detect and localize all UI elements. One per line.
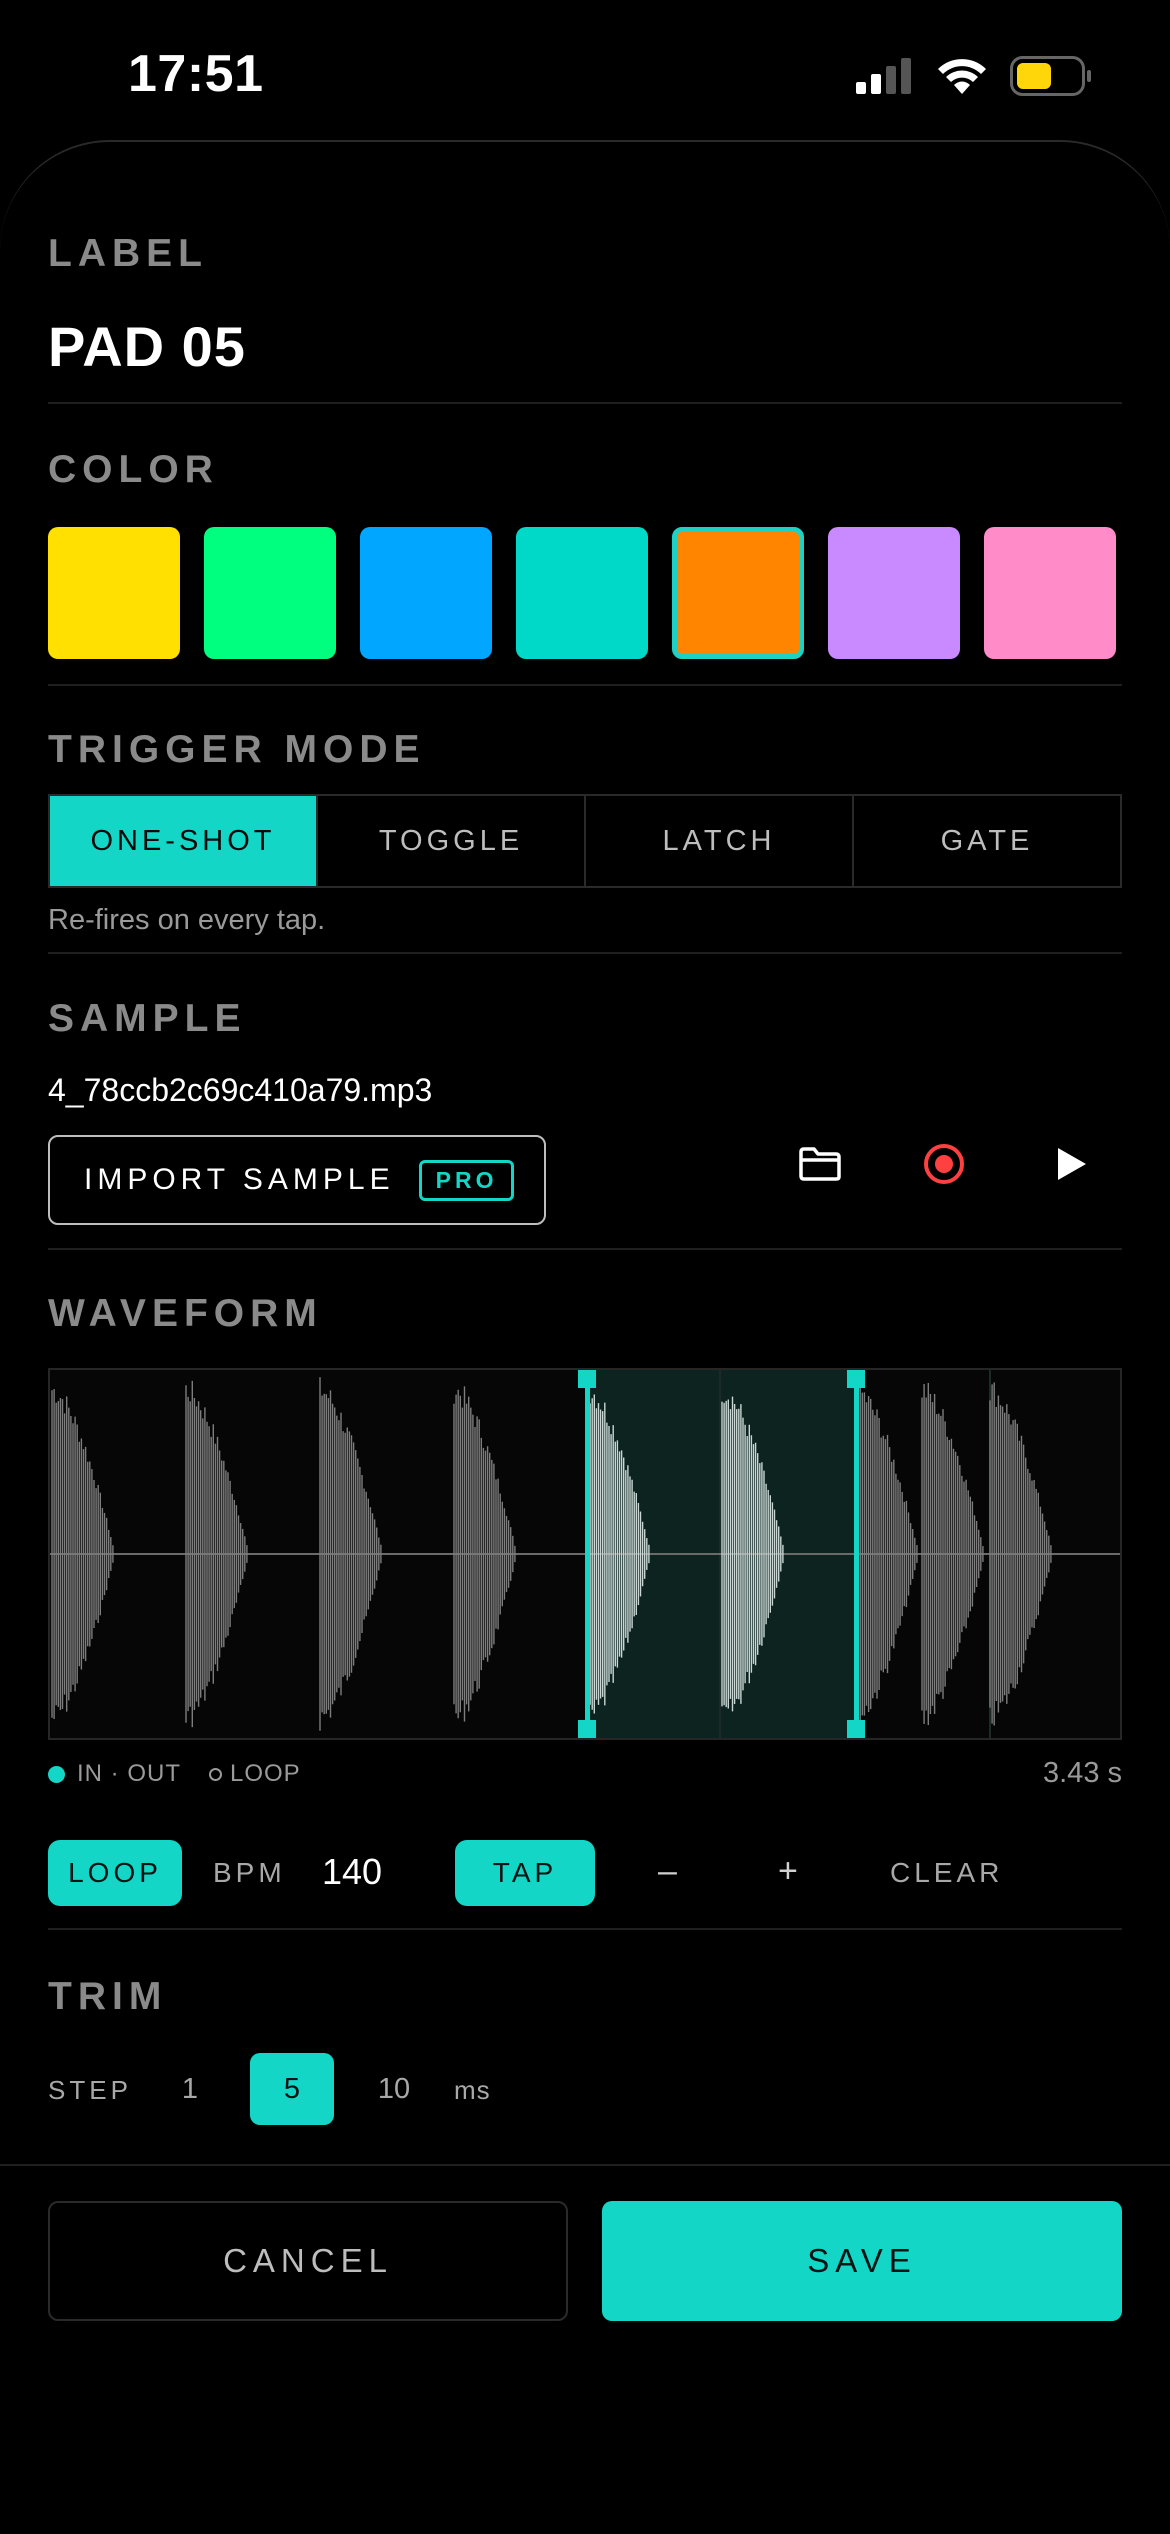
bpm-label: BPM <box>213 1857 286 1888</box>
color-swatch-blue[interactable] <box>360 527 492 659</box>
trim-step-label: STEP <box>48 2075 132 2105</box>
legend-loop: LOOP <box>230 1760 301 1787</box>
pad-editor-sheet: LABEL PAD 05 COLOR TRIGGER MODE ONE-SHOT… <box>0 140 1170 2534</box>
divider <box>48 684 1122 686</box>
pad-name-field[interactable]: PAD 05 <box>48 314 246 379</box>
trim-section-title: TRIM <box>48 1975 168 2018</box>
tap-tempo-button[interactable]: TAP <box>455 1840 595 1906</box>
color-section-title: COLOR <box>48 448 219 491</box>
bpm-decrease-button[interactable]: – <box>658 1852 681 1891</box>
loop-toggle-button[interactable]: LOOP <box>48 1840 182 1906</box>
in-marker <box>585 1370 590 1738</box>
color-swatch-yellow[interactable] <box>48 527 180 659</box>
trim-step-5[interactable]: 5 <box>250 2053 334 2125</box>
color-swatches <box>48 527 1116 659</box>
cancel-button[interactable]: CANCEL <box>48 2201 568 2321</box>
trigger-option-gate[interactable]: GATE <box>854 796 1120 886</box>
trigger-option-latch[interactable]: LATCH <box>586 796 854 886</box>
out-marker-handle <box>847 1720 865 1738</box>
play-icon[interactable] <box>1038 1132 1102 1196</box>
waveform-section-title: WAVEFORM <box>48 1292 323 1335</box>
color-swatch-pink[interactable] <box>984 527 1116 659</box>
status-time: 17:51 <box>128 45 264 103</box>
trim-step-1[interactable]: 1 <box>160 2053 220 2125</box>
wifi-icon <box>938 59 986 94</box>
trigger-option-one-shot[interactable]: ONE-SHOT <box>50 796 318 886</box>
out-marker <box>854 1370 859 1738</box>
status-bar: 17:51 <box>0 0 1170 140</box>
waveform-legend: IN · OUT LOOP <box>48 1760 301 1788</box>
in-marker-handle <box>578 1370 596 1388</box>
color-swatch-violet[interactable] <box>828 527 960 659</box>
legend-in-out: IN · OUT <box>77 1760 181 1787</box>
folder-icon[interactable] <box>788 1132 852 1196</box>
bpm-value[interactable]: 140 <box>322 1851 382 1893</box>
trigger-section-title: TRIGGER MODE <box>48 728 426 771</box>
divider <box>48 952 1122 954</box>
signal-icon <box>856 58 911 94</box>
sample-filename: 4_78ccb2c69c410a79.mp3 <box>48 1072 433 1108</box>
in-out-marker-icon <box>48 1765 65 1783</box>
battery-icon <box>1010 56 1091 96</box>
color-swatch-orange[interactable] <box>672 527 804 659</box>
loop-marker-icon <box>209 1767 222 1781</box>
waveform-toolbar <box>0 1132 1170 1202</box>
clear-loop-button[interactable]: CLEAR <box>890 1857 1003 1889</box>
status-icons <box>856 56 1092 96</box>
footer-divider <box>0 2164 1170 2166</box>
sample-duration: 3.43 s <box>1043 1757 1122 1789</box>
out-marker-handle <box>847 1370 865 1388</box>
sample-section-title: SAMPLE <box>48 997 247 1040</box>
in-marker-handle <box>578 1720 596 1738</box>
trigger-hint: Re-fires on every tap. <box>48 904 326 936</box>
label-section-title: LABEL <box>48 232 208 275</box>
trim-step-unit: ms <box>454 2075 491 2105</box>
trigger-option-toggle[interactable]: TOGGLE <box>318 796 586 886</box>
trim-step-10[interactable]: 10 <box>356 2053 432 2125</box>
trigger-mode-selector: ONE-SHOT TOGGLE LATCH GATE <box>48 794 1122 888</box>
divider <box>48 402 1122 404</box>
waveform-plot <box>50 1370 1120 1738</box>
color-swatch-teal[interactable] <box>516 527 648 659</box>
bpm-increase-button[interactable]: + <box>778 1852 802 1891</box>
save-button[interactable]: SAVE <box>602 2201 1122 2321</box>
record-icon[interactable] <box>912 1132 976 1196</box>
divider <box>48 1248 1122 1250</box>
color-swatch-green[interactable] <box>204 527 336 659</box>
divider <box>48 1928 1122 1930</box>
waveform-editor[interactable] <box>48 1368 1122 1740</box>
